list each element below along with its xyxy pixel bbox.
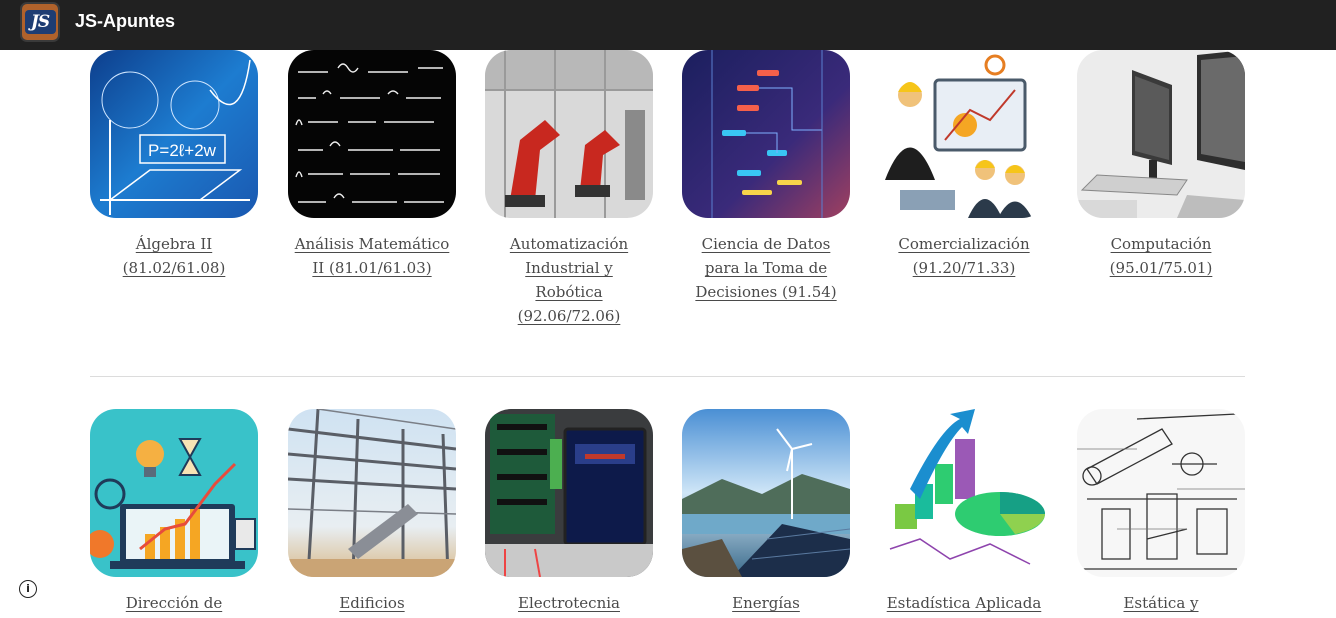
course-card-estatica[interactable]: Estática y <box>1077 409 1245 615</box>
course-link-estatica[interactable]: Estática y <box>1077 591 1245 615</box>
course-image-ciencia-datos[interactable] <box>682 50 850 218</box>
course-link-energias[interactable]: Energías <box>682 591 850 615</box>
course-image-algebra[interactable]: P=2ℓ+2w <box>90 50 258 218</box>
course-link-ciencia-datos[interactable]: Ciencia de Datos para la Toma de Decisio… <box>682 232 850 304</box>
course-card-analisis[interactable]: Análisis Matemático II (81.01/61.03) <box>288 50 456 280</box>
course-card-edificios[interactable]: Edificios <box>288 409 456 615</box>
course-link-analisis[interactable]: Análisis Matemático II (81.01/61.03) <box>288 232 456 280</box>
logo-text: JS <box>24 10 56 34</box>
course-link-estadistica[interactable]: Estadística Aplicada <box>880 591 1048 615</box>
course-image-edificios[interactable] <box>288 409 456 577</box>
course-card-computacion[interactable]: Computación (95.01/75.01) <box>1077 50 1245 280</box>
course-card-comercializacion[interactable]: Comercialización (91.20/71.33) <box>880 50 1048 280</box>
course-card-estadistica[interactable]: Estadística Aplicada <box>880 409 1048 615</box>
course-link-automatizacion[interactable]: Automatización Industrial y Robótica (92… <box>485 232 653 328</box>
course-image-comercializacion[interactable] <box>880 50 1048 218</box>
course-image-direccion[interactable] <box>90 409 258 577</box>
course-card-automatizacion[interactable]: Automatización Industrial y Robótica (92… <box>485 50 653 328</box>
course-image-estatica[interactable] <box>1077 409 1245 577</box>
course-card-electrotecnia[interactable]: Electrotecnia <box>485 409 653 615</box>
course-image-energias[interactable] <box>682 409 850 577</box>
course-link-edificios[interactable]: Edificios <box>288 591 456 615</box>
course-link-computacion[interactable]: Computación (95.01/75.01) <box>1077 232 1245 280</box>
course-link-comercializacion[interactable]: Comercialización (91.20/71.33) <box>880 232 1048 280</box>
course-card-ciencia-datos[interactable]: Ciencia de Datos para la Toma de Decisio… <box>682 50 850 304</box>
course-link-algebra[interactable]: Álgebra II (81.02/61.08) <box>90 232 258 280</box>
course-image-automatizacion[interactable] <box>485 50 653 218</box>
algebra-image-formula: P=2ℓ+2w <box>148 141 217 160</box>
course-image-computacion[interactable] <box>1077 50 1245 218</box>
site-logo[interactable]: JS <box>20 2 60 42</box>
site-title[interactable]: JS-Apuntes <box>75 11 175 32</box>
course-image-estadistica[interactable] <box>880 409 1048 577</box>
row-divider <box>90 376 1245 377</box>
course-link-direccion[interactable]: Dirección de <box>90 591 258 615</box>
course-card-energias[interactable]: Energías <box>682 409 850 615</box>
course-card-direccion[interactable]: Dirección de <box>90 409 258 615</box>
info-icon[interactable]: i <box>19 580 37 598</box>
course-card-algebra[interactable]: P=2ℓ+2w Álgebra II (81.02/61.08) <box>90 50 258 280</box>
course-image-electrotecnia[interactable] <box>485 409 653 577</box>
course-link-electrotecnia[interactable]: Electrotecnia <box>485 591 653 615</box>
top-navbar: JS JS-Apuntes <box>0 0 1336 50</box>
course-image-analisis[interactable] <box>288 50 456 218</box>
